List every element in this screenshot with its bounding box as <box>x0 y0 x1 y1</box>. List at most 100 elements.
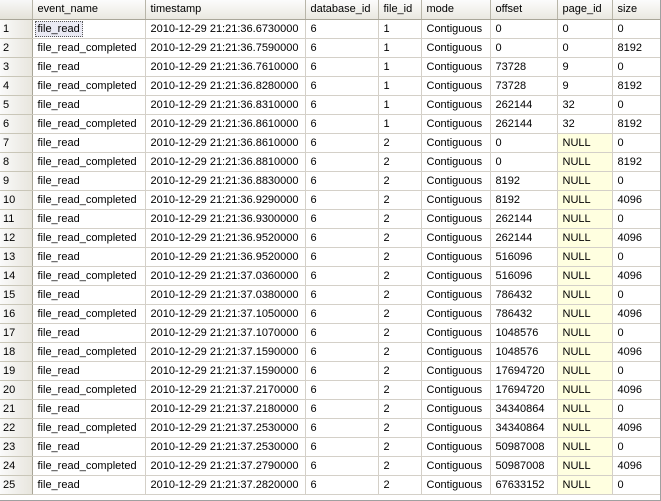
cell-database-id[interactable]: 6 <box>305 456 379 476</box>
cell-database-id[interactable]: 6 <box>305 190 379 210</box>
cell-mode[interactable]: Contiguous <box>421 418 491 438</box>
table-row[interactable]: 17 file_read 2010-12-29 21:21:37.1070000 6 2… <box>0 323 660 343</box>
cell-file-id[interactable]: 2 <box>378 418 422 438</box>
cell-mode[interactable]: Contiguous <box>421 437 491 457</box>
cell-size[interactable]: 4096 <box>612 266 660 286</box>
cell-timestamp[interactable]: 2010-12-29 21:21:37.1070000 <box>145 323 306 343</box>
cell-file-id[interactable]: 1 <box>378 19 422 39</box>
cell-database-id[interactable]: 6 <box>305 38 379 58</box>
cell-size[interactable]: 0 <box>612 399 660 419</box>
cell-mode[interactable]: Contiguous <box>421 380 491 400</box>
cell-database-id[interactable]: 6 <box>305 57 379 77</box>
cell-offset[interactable]: 34340864 <box>490 418 558 438</box>
cell-event-name[interactable]: file_read <box>32 209 146 229</box>
cell-page-id[interactable]: NULL <box>557 437 613 457</box>
row-number[interactable]: 2 <box>0 38 33 58</box>
cell-offset[interactable]: 516096 <box>490 247 558 267</box>
row-number[interactable]: 13 <box>0 247 33 267</box>
row-number[interactable]: 6 <box>0 114 33 134</box>
cell-mode[interactable]: Contiguous <box>421 133 491 153</box>
cell-page-id[interactable]: NULL <box>557 342 613 362</box>
table-row[interactable]: 2 file_read_completed 2010-12-29 21:21:36.… <box>0 38 660 58</box>
select-all-corner[interactable] <box>0 0 33 20</box>
cell-page-id[interactable]: NULL <box>557 266 613 286</box>
table-row[interactable]: 25 file_read 2010-12-29 21:21:37.2820000 6 2… <box>0 475 660 495</box>
cell-timestamp[interactable]: 2010-12-29 21:21:36.8810000 <box>145 152 306 172</box>
row-number[interactable]: 25 <box>0 475 33 495</box>
cell-mode[interactable]: Contiguous <box>421 285 491 305</box>
cell-database-id[interactable]: 6 <box>305 323 379 343</box>
cell-mode[interactable]: Contiguous <box>421 38 491 58</box>
cell-event-name[interactable]: file_read_completed <box>32 418 146 438</box>
cell-database-id[interactable]: 6 <box>305 152 379 172</box>
cell-file-id[interactable]: 2 <box>378 247 422 267</box>
cell-offset[interactable]: 786432 <box>490 304 558 324</box>
cell-size[interactable]: 0 <box>612 171 660 191</box>
cell-timestamp[interactable]: 2010-12-29 21:21:37.1590000 <box>145 342 306 362</box>
cell-mode[interactable]: Contiguous <box>421 342 491 362</box>
cell-database-id[interactable]: 6 <box>305 475 379 495</box>
cell-page-id[interactable]: 32 <box>557 114 613 134</box>
results-grid[interactable]: event_name timestamp database_id file_id… <box>0 0 661 501</box>
cell-event-name[interactable]: file_read <box>32 475 146 495</box>
cell-timestamp[interactable]: 2010-12-29 21:21:36.8280000 <box>145 76 306 96</box>
table-row[interactable]: 20 file_read_completed 2010-12-29 21:21:37… <box>0 380 660 400</box>
row-number[interactable]: 15 <box>0 285 33 305</box>
cell-database-id[interactable]: 6 <box>305 285 379 305</box>
cell-file-id[interactable]: 1 <box>378 114 422 134</box>
cell-file-id[interactable]: 2 <box>378 133 422 153</box>
column-header-offset[interactable]: offset <box>490 0 558 20</box>
cell-timestamp[interactable]: 2010-12-29 21:21:37.2170000 <box>145 380 306 400</box>
cell-mode[interactable]: Contiguous <box>421 399 491 419</box>
cell-timestamp[interactable]: 2010-12-29 21:21:37.2530000 <box>145 437 306 457</box>
cell-offset[interactable]: 262144 <box>490 209 558 229</box>
cell-size[interactable]: 4096 <box>612 304 660 324</box>
cell-offset[interactable]: 1048576 <box>490 323 558 343</box>
table-row[interactable]: 8 file_read_completed 2010-12-29 21:21:36.… <box>0 152 660 172</box>
row-number[interactable]: 20 <box>0 380 33 400</box>
cell-page-id[interactable]: NULL <box>557 418 613 438</box>
cell-timestamp[interactable]: 2010-12-29 21:21:37.0360000 <box>145 266 306 286</box>
cell-file-id[interactable]: 1 <box>378 76 422 96</box>
cell-offset[interactable]: 73728 <box>490 76 558 96</box>
cell-timestamp[interactable]: 2010-12-29 21:21:36.9520000 <box>145 247 306 267</box>
cell-offset[interactable]: 516096 <box>490 266 558 286</box>
cell-offset[interactable]: 0 <box>490 152 558 172</box>
cell-page-id[interactable]: NULL <box>557 456 613 476</box>
cell-event-name[interactable]: file_read <box>32 399 146 419</box>
cell-event-name[interactable]: file_read <box>32 171 146 191</box>
cell-file-id[interactable]: 2 <box>378 475 422 495</box>
cell-page-id[interactable]: NULL <box>557 133 613 153</box>
cell-file-id[interactable]: 2 <box>378 399 422 419</box>
table-row[interactable]: 16 file_read_completed 2010-12-29 21:21:37… <box>0 304 660 324</box>
cell-event-name[interactable]: file_read <box>32 95 146 115</box>
cell-size[interactable]: 0 <box>612 133 660 153</box>
cell-page-id[interactable]: NULL <box>557 171 613 191</box>
cell-mode[interactable]: Contiguous <box>421 76 491 96</box>
cell-database-id[interactable]: 6 <box>305 418 379 438</box>
cell-offset[interactable]: 8192 <box>490 190 558 210</box>
cell-size[interactable]: 8192 <box>612 152 660 172</box>
cell-mode[interactable]: Contiguous <box>421 57 491 77</box>
cell-timestamp[interactable]: 2010-12-29 21:21:36.9520000 <box>145 228 306 248</box>
cell-size[interactable]: 0 <box>612 209 660 229</box>
cell-timestamp[interactable]: 2010-12-29 21:21:36.7590000 <box>145 38 306 58</box>
row-number[interactable]: 4 <box>0 76 33 96</box>
column-header-timestamp[interactable]: timestamp <box>145 0 306 20</box>
cell-size[interactable]: 0 <box>612 285 660 305</box>
cell-offset[interactable]: 262144 <box>490 228 558 248</box>
table-row[interactable]: 6 file_read_completed 2010-12-29 21:21:36.… <box>0 114 660 134</box>
cell-database-id[interactable]: 6 <box>305 171 379 191</box>
cell-page-id[interactable]: 9 <box>557 57 613 77</box>
cell-size[interactable]: 4096 <box>612 228 660 248</box>
cell-database-id[interactable]: 6 <box>305 133 379 153</box>
table-row[interactable]: 21 file_read 2010-12-29 21:21:37.2180000 6 2… <box>0 399 660 419</box>
cell-event-name[interactable]: file_read_completed <box>32 114 146 134</box>
cell-offset[interactable]: 17694720 <box>490 361 558 381</box>
table-row[interactable]: 22 file_read_completed 2010-12-29 21:21:37… <box>0 418 660 438</box>
table-row[interactable]: 7 file_read 2010-12-29 21:21:36.8610000 6 2 C… <box>0 133 660 153</box>
cell-page-id[interactable]: NULL <box>557 304 613 324</box>
cell-timestamp[interactable]: 2010-12-29 21:21:37.0380000 <box>145 285 306 305</box>
table-row[interactable]: 23 file_read 2010-12-29 21:21:37.2530000 6 2… <box>0 437 660 457</box>
column-header-file-id[interactable]: file_id <box>378 0 422 20</box>
